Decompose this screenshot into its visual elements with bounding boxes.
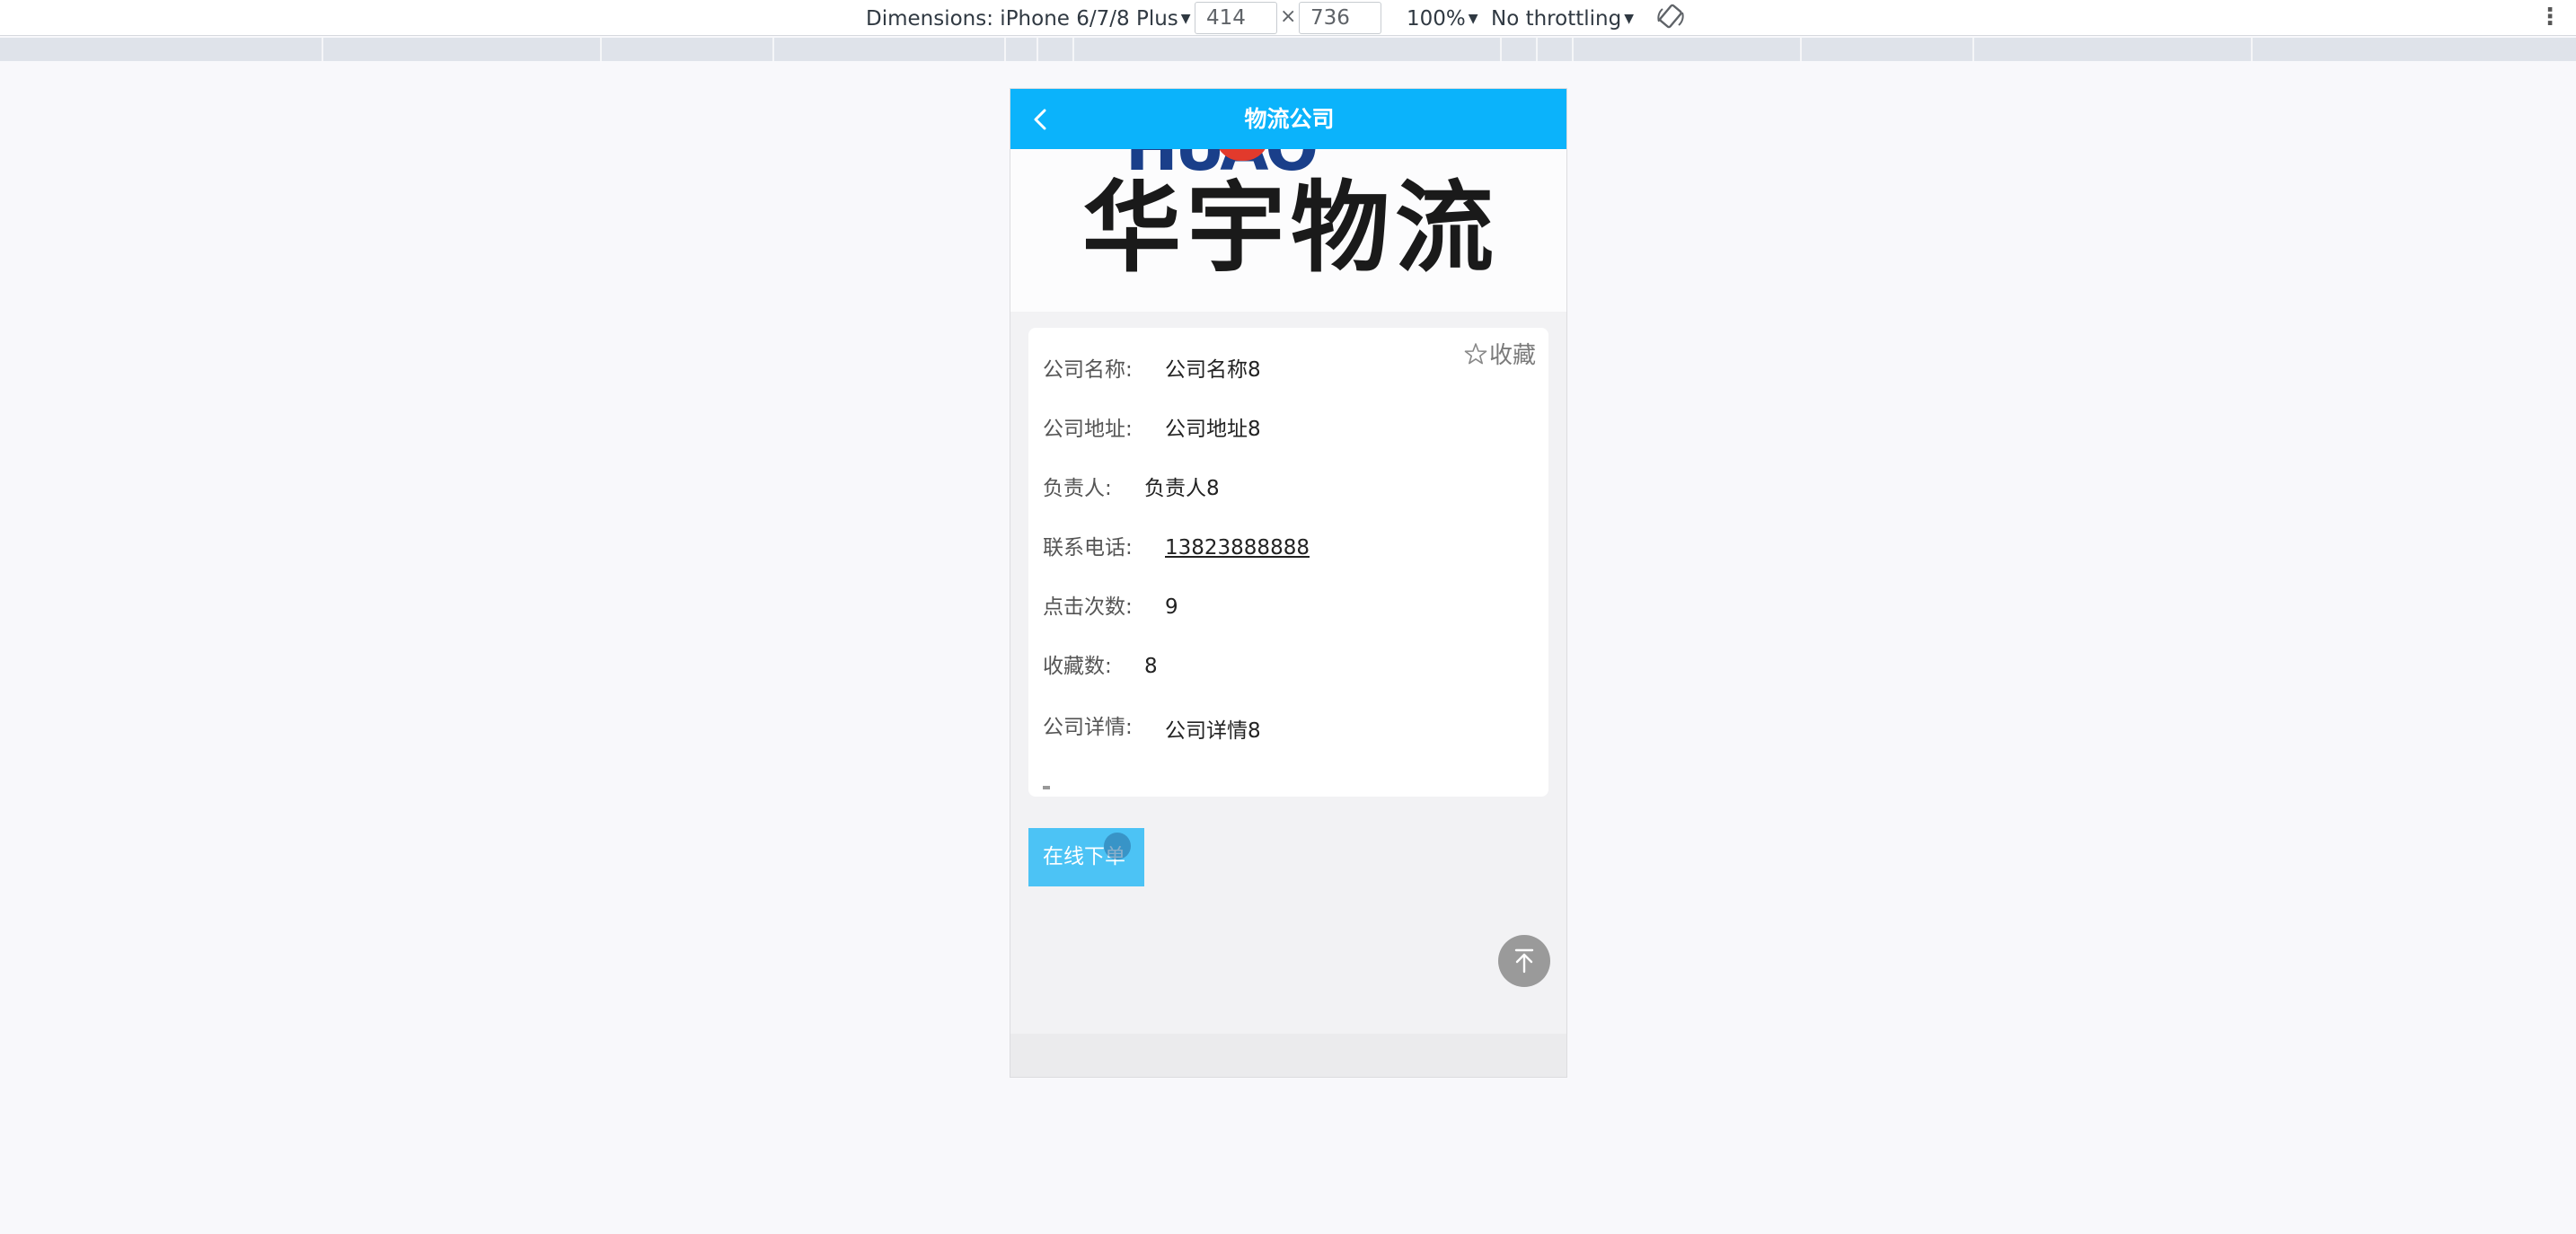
field-company-name: 公司名称: 公司名称8 — [1043, 355, 1261, 385]
field-label: 负责人: — [1043, 477, 1112, 500]
field-label: 公司地址: — [1043, 418, 1133, 441]
phone-viewport: HUAO 华宇物流 物流公司 收藏 公司名称:公司名称8 公司地址:公司地址8 … — [1010, 88, 1567, 1078]
arrow-up-icon — [1514, 948, 1534, 974]
zoom-select[interactable]: 100% ▼ — [1407, 5, 1478, 32]
field-label: 公司详情: — [1043, 716, 1133, 739]
field-value: 公司地址8 — [1165, 418, 1261, 441]
field-label: 公司名称: — [1043, 358, 1133, 382]
field-value: 负责人8 — [1144, 477, 1220, 500]
zoom-label: 100% — [1407, 7, 1466, 31]
device-label: Dimensions: iPhone 6/7/8 Plus — [866, 7, 1178, 31]
dimension-separator: × — [1280, 5, 1297, 28]
more-options-icon[interactable]: ⋮ — [2538, 4, 2562, 31]
field-manager: 负责人: 负责人8 — [1043, 473, 1220, 504]
field-company-details: 公司详情: 公司详情8 — [1043, 712, 1261, 743]
throttling-select[interactable]: No throttling ▼ — [1491, 5, 1634, 32]
page-title: 物流公司 — [1244, 106, 1335, 132]
rotate-icon[interactable] — [1655, 2, 1686, 32]
favorite-button[interactable]: 收藏 — [1464, 337, 1536, 370]
favorite-label: 收藏 — [1488, 342, 1536, 369]
field-company-address: 公司地址: 公司地址8 — [1043, 414, 1261, 445]
field-value: 公司详情8 — [1165, 719, 1261, 743]
banner-title: 华宇物流 — [1082, 171, 1499, 286]
height-input[interactable]: 736 — [1299, 2, 1381, 34]
truncated-content — [1043, 786, 1050, 789]
field-value: 9 — [1165, 595, 1178, 619]
field-label: 联系电话: — [1043, 536, 1133, 560]
media-query-bar[interactable] — [0, 38, 2576, 61]
star-icon — [1464, 342, 1487, 364]
field-favorite-count: 收藏数: 8 — [1043, 651, 1158, 682]
company-detail-card: 收藏 公司名称: 公司名称8 公司地址: 公司地址8 负责人: 负责人8 联系电话: 1… — [1028, 328, 1548, 797]
device-toolbar: Dimensions: iPhone 6/7/8 Plus ▼ 414 × 736… — [0, 0, 2576, 36]
back-to-top-button[interactable] — [1498, 935, 1550, 987]
field-value: 8 — [1144, 655, 1158, 678]
touch-indicator — [1104, 833, 1131, 859]
dropdown-caret-icon: ▼ — [1468, 12, 1478, 26]
phone-link[interactable]: 13823888888 — [1165, 533, 1310, 563]
field-phone: 联系电话: 13823888888 — [1043, 533, 1310, 563]
dropdown-caret-icon: ▼ — [1624, 12, 1634, 26]
width-input[interactable]: 414 — [1195, 2, 1277, 34]
throttling-label: No throttling — [1491, 7, 1622, 31]
bottom-bar — [1010, 1034, 1566, 1077]
device-select[interactable]: Dimensions: iPhone 6/7/8 Plus ▼ — [866, 5, 1191, 32]
field-label: 点击次数: — [1043, 595, 1133, 619]
field-label: 收藏数: — [1043, 655, 1112, 678]
field-value: 公司名称8 — [1165, 358, 1261, 382]
field-click-count: 点击次数: 9 — [1043, 592, 1178, 622]
dropdown-caret-icon: ▼ — [1180, 12, 1191, 26]
navbar: 物流公司 — [1010, 89, 1566, 149]
